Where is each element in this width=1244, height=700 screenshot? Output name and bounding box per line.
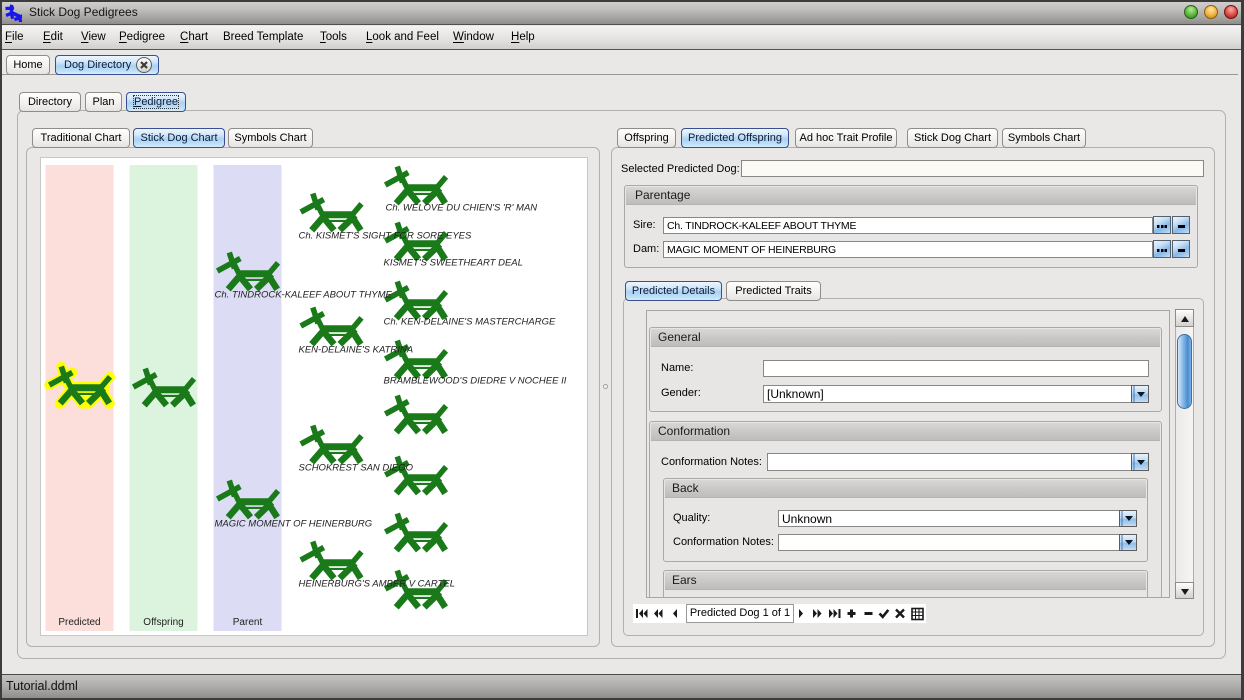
svg-text:Ch. KEN-DELAINE'S MASTERCHARGE: Ch. KEN-DELAINE'S MASTERCHARGE bbox=[384, 317, 556, 328]
svg-text:Ch. TINDROCK-KALEEF ABOUT THYM: Ch. TINDROCK-KALEEF ABOUT THYME bbox=[215, 290, 393, 301]
svg-text:Ch. WELOVE DU CHIEN'S 'R' MAN: Ch. WELOVE DU CHIEN'S 'R' MAN bbox=[386, 203, 538, 214]
svg-text:Ch. KISMET'S SIGHT FOR SORE EY: Ch. KISMET'S SIGHT FOR SORE EYES bbox=[299, 231, 473, 242]
svg-text:MAGIC MOMENT OF HEINERBURG: MAGIC MOMENT OF HEINERBURG bbox=[215, 519, 373, 530]
svg-text:BRAMBLEWOOD'S DIEDRE V NOCHEE: BRAMBLEWOOD'S DIEDRE V NOCHEE II bbox=[384, 376, 567, 387]
svg-text:Predicted: Predicted bbox=[58, 617, 100, 628]
svg-text:Parent: Parent bbox=[233, 617, 263, 628]
svg-text:KEN-DELAINE'S KATRINA: KEN-DELAINE'S KATRINA bbox=[299, 345, 414, 356]
svg-text:Offspring: Offspring bbox=[143, 617, 183, 628]
svg-text:SCHOKREST SAN DIEGO: SCHOKREST SAN DIEGO bbox=[299, 463, 414, 474]
svg-text:KISMET'S SWEETHEART DEAL: KISMET'S SWEETHEART DEAL bbox=[384, 258, 523, 269]
svg-text:HEINERBURG'S AMBER V CARTEL: HEINERBURG'S AMBER V CARTEL bbox=[299, 579, 456, 590]
